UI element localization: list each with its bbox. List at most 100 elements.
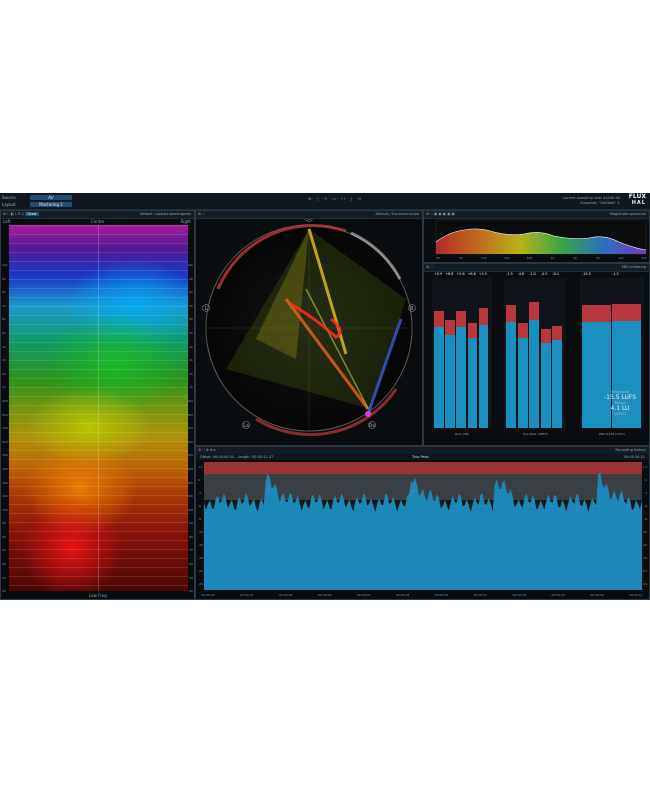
db-label-left: -15 (198, 543, 203, 547)
meter-readout: -4.8 (517, 272, 525, 276)
freq-tick-label: 500 (2, 453, 8, 458)
time-label: 00:00:06 (435, 593, 449, 597)
time-label: 00:00:01 (240, 593, 254, 597)
db-label-right: -3 (644, 491, 647, 495)
freq-tick-label: 700 (2, 426, 8, 431)
meter-red-zone (434, 311, 444, 328)
freq-tick-label: 900 (2, 398, 8, 403)
freq-tick-label: 50 (189, 575, 193, 580)
draw-mode-button[interactable]: Draw (25, 212, 39, 216)
tool-icon[interactable]: ▯ (317, 196, 320, 201)
channel-label-rs: Rs (369, 423, 375, 429)
meter-group-label: True Peak (dBTP) (522, 432, 548, 436)
meter-bar (540, 329, 551, 428)
meter-group (432, 278, 492, 428)
freq-tick-label: 40 (2, 589, 6, 594)
freq-tick-label: 70 (2, 548, 6, 553)
tool-icon[interactable]: ▭ (332, 196, 337, 201)
peak-red-band (204, 462, 642, 474)
flux-logo: FLUX HAL (624, 194, 646, 207)
panel-tools[interactable]: ⚙ ⛶ ⊕ ⊕ ▸ (198, 447, 216, 454)
meter-readout: -4.5 (540, 272, 548, 276)
time-label: 00:00:05 (396, 593, 410, 597)
panel-tools[interactable]: ⚙ ⛶ ◧ L R C Draw (3, 211, 39, 218)
meter-bar (478, 308, 489, 428)
channel-label-c: C (307, 219, 311, 222)
panel-titlebar: ⚙ ⛶ EBU metering (424, 264, 649, 272)
freq-tick-label: 300 (187, 480, 193, 485)
channel-label-l: L (205, 306, 208, 312)
freq-tick-label: 700 (187, 426, 193, 431)
layout-select[interactable]: Mastering 2 (30, 202, 72, 207)
snapshot-select[interactable]: Snapshot: "Untitled" ↕ (563, 201, 620, 206)
db-label-right: -21 (642, 569, 647, 573)
freq-tick-label: 600 (2, 439, 8, 444)
panel-mode: Recording history (615, 448, 646, 452)
layout-grid-icon[interactable]: ⁞⁞ (341, 196, 346, 201)
freq-tick-label: 70 (189, 548, 193, 553)
freq-tick-label: 80 (189, 534, 193, 539)
db-label-right: -6 (644, 504, 647, 508)
panel-tools[interactable]: ⚙ ⛶ ▣ ▣ ▣ ▣ ▣ (426, 211, 455, 218)
meter-readout: -1.5 (612, 272, 619, 276)
tool-icon[interactable]: ▯ (350, 196, 353, 201)
meter-readout: +5.5 (478, 272, 488, 276)
time-label: 00:00:09 (551, 593, 565, 597)
meter-bar (529, 302, 540, 428)
range-value: 4.1 LU (610, 405, 630, 412)
freq-tick-label: 9k (189, 276, 193, 281)
sample-rate: Current sampling rate: 44100 Hz (562, 196, 620, 200)
scope-display[interactable]: C L R Ls Rs (196, 219, 422, 445)
freq-tick-label: 1k (189, 385, 193, 390)
freq-tick-label: 100 (187, 507, 193, 512)
db-label-right: +3 (643, 465, 648, 469)
freq-tick-label: 400 (187, 466, 193, 471)
meter-group-label: EBU R128 (LUFS) (599, 432, 625, 436)
freq-tick-label: 3k (189, 358, 193, 363)
freq-tick-label: 10k (187, 263, 193, 267)
meter-readout: +6.8 (445, 272, 454, 276)
meter-readout: +6.8 (467, 272, 476, 276)
tool-icon[interactable]: ⚲ (324, 196, 328, 201)
freq-label: 2k (574, 256, 578, 260)
tool-icon[interactable]: ⊡ (358, 196, 362, 201)
truepeak-graph[interactable]: +3 +3 0 0 -3 -3 -6 -6 -9 -9 -12 -12 -15 -15 -18 -18 -21 -… (196, 460, 649, 600)
freq-tick-label: 9k (2, 276, 6, 281)
meter-bar (445, 320, 455, 428)
db-label-right: 0 (645, 478, 647, 482)
db-label-left: -6 (198, 504, 201, 508)
db-label-left: -12 (198, 530, 203, 534)
magnitude-display[interactable]: 20 50 100 200 500 1k 2k 5k 10k 20k (424, 218, 649, 262)
center-label: Center (91, 219, 105, 224)
freq-tick-label: 8k (189, 290, 193, 295)
time-label: 00:00:02 (279, 593, 293, 597)
freq-label: 20 (436, 256, 440, 260)
db-label-left: -9 (198, 517, 201, 521)
meter-bar (456, 311, 467, 428)
spectrogram-panel: ⚙ ⛶ ◧ L R C Draw Default / spatial spect… (0, 210, 195, 600)
freq-tick-label: 50 (2, 575, 6, 580)
freq-tick-label: 1k (2, 385, 6, 390)
time-label: 00:00:04 (357, 593, 371, 597)
surround-scope-panel: ⚙ ⛶ Default / Surround scope C L R Ls Rs (195, 210, 423, 446)
meter-bar (467, 323, 478, 428)
meter-bar (552, 326, 563, 428)
freq-tick-label: 10k (2, 263, 8, 267)
signal-hotspot (365, 411, 371, 417)
channel-label-ls: Ls (243, 423, 249, 429)
panel-titlebar: ⚙ ⛶ ◧ L R C Draw Default / spatial spect… (1, 211, 194, 219)
source-select[interactable]: Air (30, 195, 72, 200)
freq-tick-label: 300 (2, 480, 8, 485)
db-label-right: -15 (642, 543, 647, 547)
tool-icon[interactable]: ⊠ (308, 196, 312, 201)
db-label-left: -18 (198, 556, 203, 560)
db-label-left: -3 (198, 491, 201, 495)
true-peak-panel: ⚙ ⛶ ⊕ ⊕ ▸ Recording history Offset: 00:0… (195, 446, 650, 600)
meter-readout: -6.1 (552, 272, 560, 276)
freq-label: 100 (481, 256, 487, 260)
freq-tick-label: 7k (2, 303, 6, 308)
integrated-value: -15.5 LUFS (603, 394, 637, 401)
time-label: 00:00:11 (629, 593, 643, 597)
panel-tools[interactable]: ⚙ ⛶ (198, 211, 205, 218)
panel-tools[interactable]: ⚙ ⛶ (426, 264, 433, 271)
